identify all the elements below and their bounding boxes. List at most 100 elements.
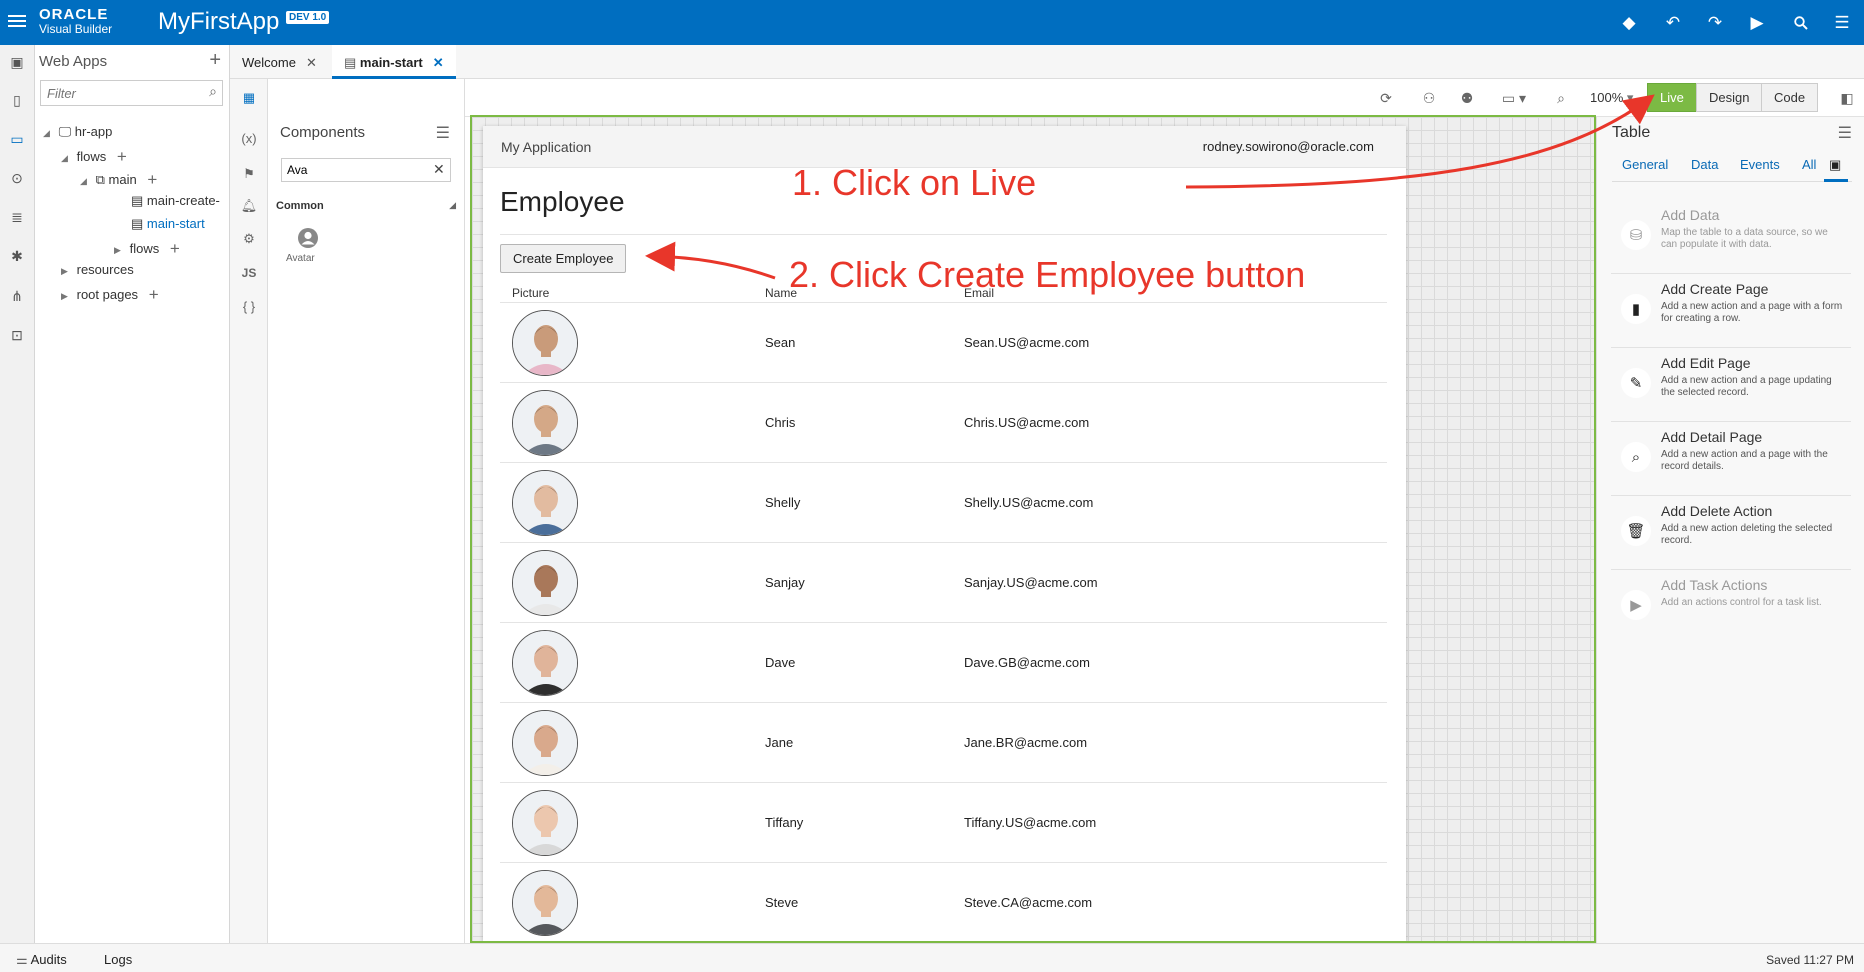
tab-all[interactable]: All: [1802, 157, 1816, 172]
properties-menu-icon[interactable]: ☰: [1838, 123, 1852, 143]
json-icon[interactable]: { }: [238, 295, 260, 317]
table-row[interactable]: Tiffany Tiffany.US@acme.com: [500, 782, 1387, 862]
page-designer-icon[interactable]: ▦: [238, 87, 260, 109]
tab-main-start[interactable]: ▤ main-start ✕: [332, 45, 456, 79]
palette-menu-icon[interactable]: ☰: [436, 123, 450, 143]
action-description: Add a new action and a page with the rec…: [1661, 449, 1828, 472]
zoom-level[interactable]: 100% ▾: [1590, 90, 1633, 106]
expand-icon[interactable]: ▶: [61, 266, 73, 277]
web-apps-icon[interactable]: ▭: [6, 128, 28, 150]
components-icon[interactable]: ✱: [6, 245, 28, 267]
tree-node-root-pages[interactable]: ▶ root pages +: [61, 285, 159, 305]
add-page-icon[interactable]: +: [147, 170, 157, 189]
device-size-dropdown[interactable]: ▭ ▾: [1494, 85, 1534, 111]
table-row[interactable]: Shelly Shelly.US@acme.com: [500, 462, 1387, 542]
tree-node-main-create[interactable]: ▤ main-create-: [131, 193, 220, 209]
section-header[interactable]: Common: [276, 200, 324, 212]
hamburger-menu-icon[interactable]: [8, 12, 26, 30]
menu-icon[interactable]: ☰: [1829, 10, 1855, 36]
toggle-properties-icon[interactable]: ◧: [1834, 85, 1860, 111]
page-file-icon: ▤: [131, 193, 144, 208]
close-icon[interactable]: ✕: [433, 55, 444, 70]
add-task-actions[interactable]: ▶ Add Task Actions Add an actions contro…: [1611, 572, 1851, 644]
add-web-app-button[interactable]: +: [209, 49, 221, 72]
table-row[interactable]: Chris Chris.US@acme.com: [500, 382, 1387, 462]
logs-tab[interactable]: Logs: [104, 952, 132, 967]
action-title: Add Data: [1661, 207, 1720, 223]
action-title: Add Create Page: [1661, 281, 1769, 297]
business-objects-icon[interactable]: ≣: [6, 206, 28, 228]
tree-node-hr-app[interactable]: ◢ 🖵 hr-app: [43, 124, 112, 140]
flag-icon[interactable]: ⚑: [238, 163, 260, 185]
component-search-input[interactable]: [281, 158, 451, 182]
tab-data[interactable]: Data: [1691, 157, 1718, 172]
collapse-icon[interactable]: ◢: [43, 128, 55, 139]
column-header-picture[interactable]: Picture: [512, 286, 549, 300]
employee-photo: [512, 470, 578, 536]
collapse-icon[interactable]: ◢: [80, 176, 92, 187]
accessibility-icon[interactable]: ⚇: [1416, 85, 1442, 111]
add-root-page-icon[interactable]: +: [149, 285, 159, 304]
js-icon[interactable]: JS: [238, 262, 260, 284]
processes-icon[interactable]: ⋔: [6, 285, 28, 307]
tree-node-main[interactable]: ◢ ⧉ main +: [80, 170, 157, 190]
undo-icon[interactable]: ↶: [1660, 10, 1686, 36]
visual-builder-window: ORACLE Visual Builder MyFirstApp DEV 1.0…: [0, 0, 1864, 972]
collapse-panel-icon[interactable]: ▣: [6, 51, 28, 73]
tab-welcome[interactable]: Welcome ✕: [230, 45, 329, 79]
source-view-icon[interactable]: ⊡: [6, 324, 28, 346]
add-delete-action[interactable]: 🗑︎ Add Delete Action Add a new action de…: [1611, 498, 1851, 570]
clear-search-icon[interactable]: ✕: [433, 161, 445, 178]
table-row[interactable]: Dave Dave.GB@acme.com: [500, 622, 1387, 702]
expand-icon[interactable]: ▶: [61, 291, 73, 302]
app-name: My Application: [501, 139, 592, 155]
live-mode-button[interactable]: Live: [1647, 83, 1697, 112]
tree-node-main-start[interactable]: ▤ main-start: [131, 216, 205, 232]
tree-label: root pages: [76, 287, 139, 302]
variables-icon[interactable]: (x): [238, 127, 260, 149]
quick-start-icon[interactable]: ▣: [1829, 157, 1841, 173]
user-role-icon[interactable]: ⚉: [1454, 85, 1480, 111]
diamond-icon[interactable]: ◆: [1616, 10, 1642, 36]
tree-node-resources[interactable]: ▶ resources: [61, 262, 134, 277]
designer-toolbar: ✱ ⋮⋮ ⟳ ⚇ ⚉ ▭ ▾ ⌕ 100% ▾ Live Design Code…: [268, 79, 1864, 117]
add-flow-icon[interactable]: +: [117, 147, 127, 166]
bell-icon[interactable]: 🔔︎: [238, 195, 260, 217]
settings-gear-icon[interactable]: ⚙: [238, 228, 260, 250]
expand-icon[interactable]: ▶: [114, 245, 126, 256]
add-flow-icon[interactable]: +: [170, 239, 180, 258]
filter-input[interactable]: [40, 80, 223, 106]
design-mode-button[interactable]: Design: [1696, 83, 1763, 112]
tab-events[interactable]: Events: [1740, 157, 1780, 172]
tree-node-subflows[interactable]: ▶ flows +: [114, 239, 180, 259]
mobile-apps-icon[interactable]: ▯: [6, 89, 28, 111]
employee-email: Sanjay.US@acme.com: [964, 575, 1098, 590]
table-row[interactable]: Jane Jane.BR@acme.com: [500, 702, 1387, 782]
tree-node-flows[interactable]: ◢ flows +: [61, 147, 127, 167]
services-icon[interactable]: ⊙: [6, 167, 28, 189]
refresh-icon[interactable]: ⟳: [1373, 85, 1399, 111]
add-create-page-action[interactable]: ▮ Add Create Page Add a new action and a…: [1611, 276, 1851, 348]
table-row[interactable]: Steve Steve.CA@acme.com: [500, 862, 1387, 941]
version-badge: DEV 1.0: [286, 11, 330, 24]
employee-name: Jane: [765, 735, 794, 750]
audits-tab[interactable]: ⚌ Audits: [16, 952, 67, 968]
tab-general[interactable]: General: [1622, 157, 1668, 172]
create-employee-button[interactable]: Create Employee: [500, 244, 627, 273]
table-row[interactable]: Sean Sean.US@acme.com: [500, 302, 1387, 382]
add-data-action[interactable]: ⛁ Add Data Map the table to a data sourc…: [1611, 202, 1851, 274]
code-mode-button[interactable]: Code: [1761, 83, 1819, 112]
table-row[interactable]: Sanjay Sanjay.US@acme.com: [500, 542, 1387, 622]
trash-icon: 🗑︎: [1621, 516, 1651, 546]
add-edit-page-action[interactable]: ✎ Add Edit Page Add a new action and a p…: [1611, 350, 1851, 422]
redo-icon[interactable]: ↷: [1702, 10, 1728, 36]
tree-label: flows: [129, 241, 160, 256]
search-icon[interactable]: [1788, 10, 1814, 36]
close-icon[interactable]: ✕: [306, 55, 317, 70]
collapse-icon[interactable]: ◢: [61, 153, 73, 164]
run-icon[interactable]: ▶: [1744, 10, 1770, 36]
avatar-component-icon[interactable]: [294, 227, 322, 255]
add-detail-page-action[interactable]: ⌕ Add Detail Page Add a new action and a…: [1611, 424, 1851, 496]
user-email[interactable]: rodney.sowirono@oracle.com: [1203, 139, 1374, 154]
section-collapse-icon[interactable]: ◢: [449, 200, 456, 211]
